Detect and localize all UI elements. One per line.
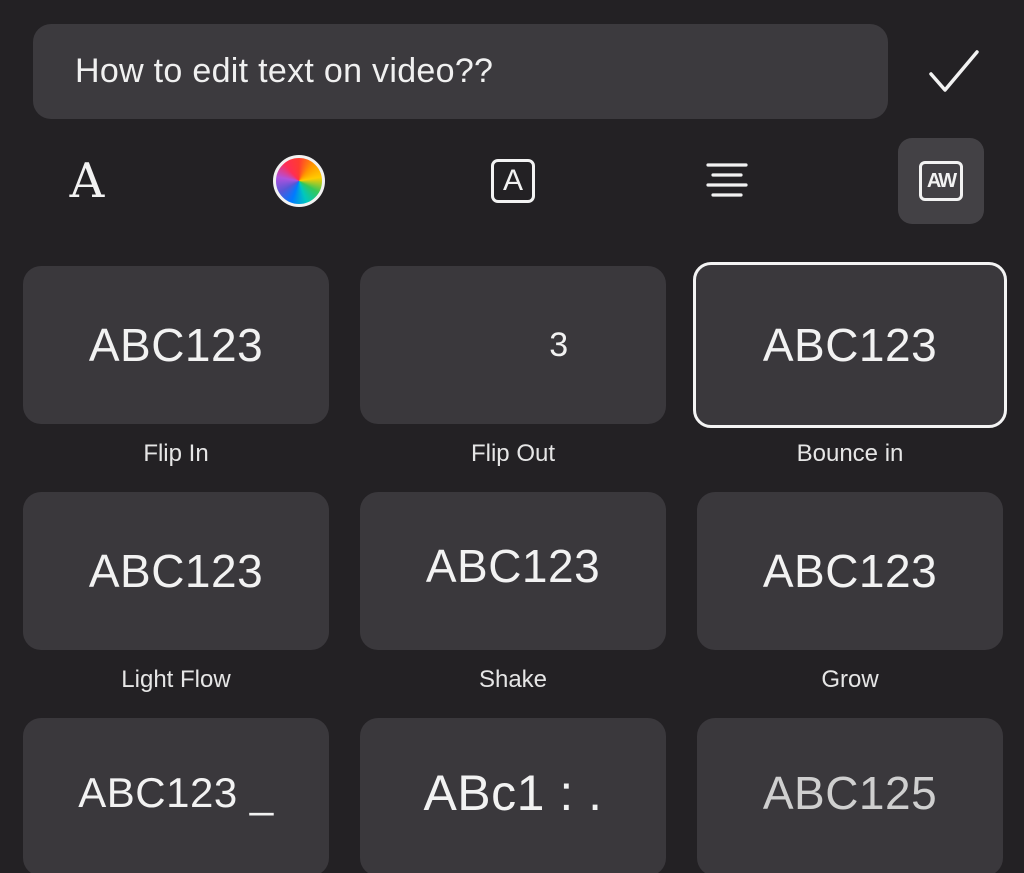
animation-tile-shake[interactable]: ABC123 (360, 492, 666, 650)
animation-preview: ABC125 (762, 767, 938, 819)
animation-tile[interactable]: ABC123 _ (23, 718, 329, 873)
animation-tile-light-flow[interactable]: ABC123 (23, 492, 329, 650)
text-box-icon-glyph: A (502, 164, 523, 197)
color-tool-button[interactable] (256, 138, 342, 224)
animation-preview: ABC123 (88, 319, 264, 371)
animation-tile-grow[interactable]: ABC123 (697, 492, 1003, 650)
animation-tile[interactable]: ABC125 (697, 718, 1003, 873)
animation-tool-button[interactable]: AW (898, 138, 984, 224)
animation-preview: ABC123 _ (78, 769, 274, 816)
animation-tile-bounce-in[interactable]: ABC123 (693, 262, 1007, 428)
animation-icon: AW (919, 161, 963, 201)
animation-preview: ABc1 : . (423, 765, 603, 821)
animation-preview: ABC123 (425, 540, 601, 592)
animation-tile-flip-in[interactable]: ABC123 (23, 266, 329, 424)
text-input[interactable]: How to edit text on video?? (33, 24, 888, 119)
text-box-tool-button[interactable]: A (470, 138, 556, 224)
animation-label: Bounce in (796, 440, 904, 467)
animation-label: Flip Out (470, 440, 556, 467)
font-icon: A (69, 153, 105, 209)
color-wheel-icon (273, 155, 325, 207)
align-tool-button[interactable] (684, 138, 770, 224)
animation-label: Grow (821, 666, 879, 693)
animation-preview: ABC123 (762, 319, 938, 371)
confirm-button[interactable] (922, 40, 986, 104)
animation-tile-flip-out[interactable]: 3 (360, 266, 666, 424)
animation-tile[interactable]: ABc1 : . (360, 718, 666, 873)
animation-preview: ABC123 (88, 545, 264, 597)
text-box-icon: A (491, 159, 535, 203)
animation-label: Shake (478, 666, 548, 693)
font-tool-button[interactable]: A (44, 138, 130, 224)
animation-icon-glyph: AW (926, 169, 957, 192)
text-animation-editor: How to edit text on video?? A A AW ABC12… (0, 0, 1024, 873)
align-center-icon (706, 163, 748, 197)
text-input-value: How to edit text on video?? (75, 52, 494, 90)
animation-preview: ABC123 (762, 545, 938, 597)
animation-preview: 3 (549, 325, 569, 364)
animation-label: Light Flow (121, 666, 231, 693)
checkmark-icon (929, 50, 979, 92)
animation-label: Flip In (143, 440, 209, 467)
